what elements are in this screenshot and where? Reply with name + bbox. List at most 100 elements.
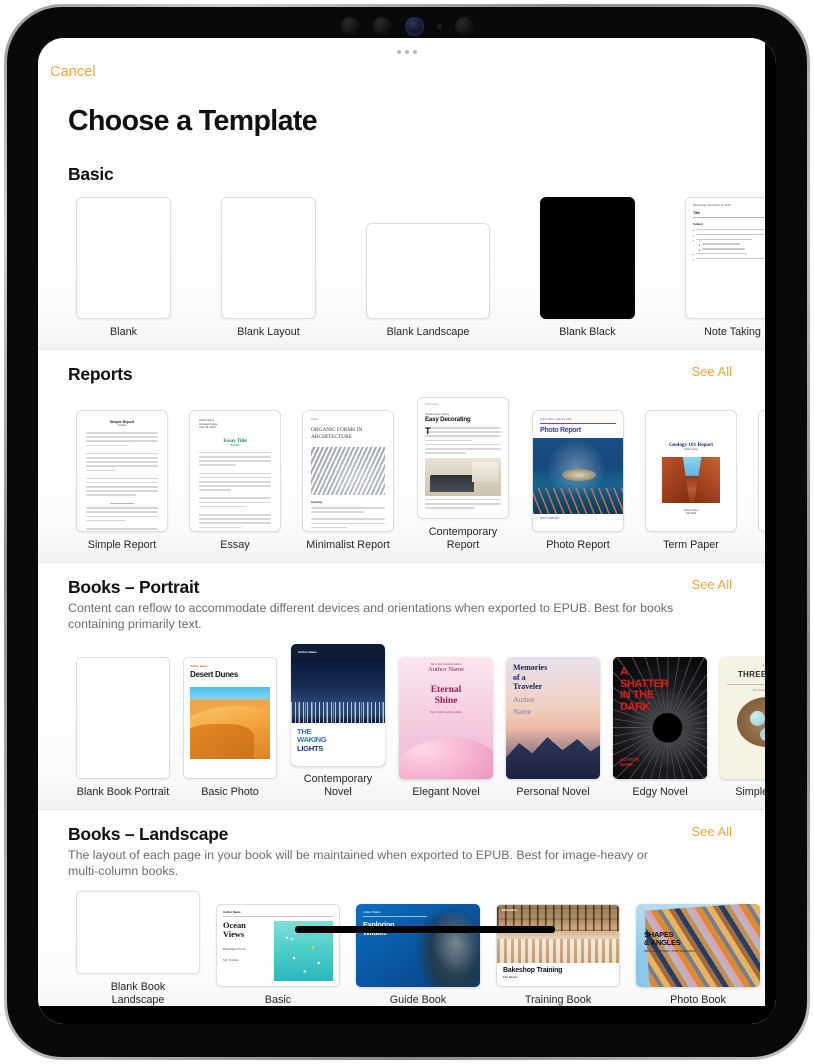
template-label: Essay xyxy=(220,539,250,551)
thumb-body: T xyxy=(425,427,501,442)
camera-module xyxy=(327,15,487,37)
template-label: Blank Book Landscape xyxy=(110,981,166,1006)
thumb-image xyxy=(662,457,720,503)
template-thumbnail[interactable]: A SHATTER IN THE DARK AUTHOR NAME xyxy=(613,657,707,779)
template-thumbnail[interactable]: SHAPES & ANGLES ARCHITECTURAL PHOTOGRAPH… xyxy=(636,904,760,987)
template-label: Term Paper xyxy=(663,539,719,551)
template-thumbnail[interactable]: Wednesday, December 13, 2023 Title Subje… xyxy=(685,197,776,319)
template-thumbnail[interactable]: Author Name Simple Home Styling Easy Dec… xyxy=(417,397,509,519)
thumb-sub-line2: My Travels xyxy=(223,958,239,963)
template-label: Basic Photo xyxy=(201,786,259,798)
template-thumbnail[interactable] xyxy=(76,197,171,319)
section-basic: Basic Blank Blank Layout Blank Landscape… xyxy=(38,150,776,350)
page-title: Choose a Template xyxy=(68,105,318,137)
device-bezel: Cancel Choose a Template Basic Reports B… xyxy=(7,7,807,1057)
sheet-grabber[interactable] xyxy=(38,38,776,58)
see-all-books-landscape[interactable]: See All xyxy=(692,824,732,839)
template-tile-essay[interactable]: Author Name Instructor Name June 20, 2023 … xyxy=(189,410,281,552)
template-thumbnail[interactable]: Geology 101 Report Subheading Author Nam… xyxy=(645,410,737,532)
thumb-subtitle: Subheading xyxy=(684,448,698,451)
template-tile-basic-photo[interactable]: Author Name Desert Dunes Basic Photo xyxy=(183,657,277,799)
section-title: Books – Landscape xyxy=(68,824,229,844)
template-tile-term-paper[interactable]: Geology 101 Report Subheading Author Nam… xyxy=(645,410,737,552)
grabber-dot-icon xyxy=(397,50,401,54)
template-tile-photo-book[interactable]: SHAPES & ANGLES ARCHITECTURAL PHOTOGRAPH… xyxy=(636,904,760,1007)
section-basic-row[interactable]: Blank Blank Layout Blank Landscape Blank… xyxy=(68,185,776,349)
template-scroll-area[interactable]: Basic Blank Blank Layout Blank Landscape… xyxy=(38,150,776,1024)
template-thumbnail[interactable]: Author Name Instructor Name June 20, 2023 … xyxy=(189,410,281,532)
template-tile-minimalist-report[interactable]: Author ORGANIC FORMS IN ARCHITECTURE Hea… xyxy=(302,410,394,552)
template-tile-blank-book-portrait[interactable]: Blank Book Portrait xyxy=(76,657,170,799)
template-thumbnail[interactable] xyxy=(221,197,316,319)
thumb-bullet xyxy=(693,238,772,241)
horizontal-scroll-indicator[interactable] xyxy=(295,926,555,933)
template-tile-blank-black[interactable]: Blank Black xyxy=(540,197,635,339)
section-books-portrait-header: Books – Portrait See All xyxy=(68,563,776,598)
template-tile-blank-layout[interactable]: Blank Layout xyxy=(221,197,316,339)
template-label: Edgy Novel xyxy=(632,786,688,798)
template-tile-photo-report[interactable]: Author Name – April 14, 2023 Photo Repor… xyxy=(532,410,624,552)
template-label: Blank Book Portrait xyxy=(76,786,170,798)
thumb-author-line2: NAME xyxy=(620,762,633,767)
section-reports-row[interactable]: Simple Report Subtitle Simple Report Aut… xyxy=(68,385,776,562)
template-thumbnail[interactable]: Memories of a Traveler Author Name xyxy=(506,657,600,779)
template-thumbnail[interactable] xyxy=(76,657,170,779)
see-all-reports[interactable]: See All xyxy=(692,364,732,379)
thumb-title-line1: A xyxy=(620,666,628,678)
screen: Cancel Choose a Template Basic Reports B… xyxy=(38,38,776,1024)
see-all-books-portrait[interactable]: See All xyxy=(692,577,732,592)
template-tile-training-book[interactable]: 2024 Edition Bakeshop Training The Basic… xyxy=(496,904,620,1007)
camera-lens-icon xyxy=(372,16,392,36)
template-label: Contemporary Novel xyxy=(303,773,373,798)
template-tile-note-taking[interactable]: Wednesday, December 13, 2023 Title Subje… xyxy=(685,197,776,339)
template-tile-edgy-novel[interactable]: A SHATTER IN THE DARK AUTHOR NAME Edgy N… xyxy=(613,657,707,799)
section-books-portrait-row[interactable]: Blank Book Portrait Author Name Desert D… xyxy=(68,632,776,809)
template-tile-blank-landscape[interactable]: Blank Landscape xyxy=(366,223,490,339)
thumb-kicker: Author Name xyxy=(425,404,439,406)
camera-lens-icon xyxy=(454,16,474,36)
thumb-image xyxy=(425,457,501,496)
template-thumbnail[interactable]: Author Name Desert Dunes xyxy=(183,657,277,779)
grabber-dot-icon xyxy=(413,50,417,54)
template-thumbnail[interactable] xyxy=(76,891,200,974)
template-tile-blank[interactable]: Blank xyxy=(76,197,171,339)
template-tile-simple-report[interactable]: Simple Report Subtitle Simple Report xyxy=(76,410,168,552)
thumb-bullet xyxy=(693,248,772,250)
thumb-author: Author Name xyxy=(190,664,208,668)
camera-lens-icon xyxy=(340,16,360,36)
template-thumbnail[interactable] xyxy=(540,197,635,319)
template-thumbnail[interactable]: Author Name THE WAKING LIGHTS xyxy=(291,644,385,766)
template-tile-landscape-basic[interactable]: Author Name Ocean Views Highlights From … xyxy=(216,904,340,1007)
vertical-scroll-indicator[interactable] xyxy=(38,1006,776,1024)
cancel-button[interactable]: Cancel xyxy=(50,64,96,80)
thumb-date: Wednesday, December 13, 2023 xyxy=(693,204,731,207)
template-thumbnail[interactable]: Tap or click to add a headline Author Na… xyxy=(399,657,493,779)
thumb-footer: PHOTO REPORT xyxy=(540,517,560,521)
template-thumbnail[interactable]: 2024 Edition Bakeshop Training The Basic… xyxy=(496,904,620,987)
template-thumbnail[interactable]: Simple Report Subtitle xyxy=(76,410,168,532)
section-reports-header: Reports See All xyxy=(68,350,776,385)
ambient-sensor-icon xyxy=(436,23,442,29)
template-thumbnail[interactable]: Author Name Ocean Views Highlights From … xyxy=(216,904,340,987)
thumb-author: Author Name xyxy=(298,650,317,654)
section-books-landscape: Books – Landscape See All The layout of … xyxy=(38,810,776,1018)
thumb-title: Title xyxy=(693,211,772,218)
template-tile-guide-book[interactable]: Author Name Exploring Wildlife Guide Boo… xyxy=(356,904,480,1007)
template-tile-contemporary-novel[interactable]: Author Name THE WAKING LIGHTS Contempora… xyxy=(290,644,386,799)
template-tile-blank-book-landscape[interactable]: Blank Book Landscape xyxy=(76,891,200,1007)
thumb-title-line3: LIGHTS xyxy=(297,743,324,753)
thumb-body xyxy=(199,451,271,531)
template-thumbnail[interactable] xyxy=(366,223,490,319)
thumb-bullet xyxy=(693,233,772,236)
thumb-meta: Author Name Instructor Name June 20, 2023 xyxy=(199,419,218,430)
thumb-bullet xyxy=(693,243,772,245)
thumb-author-line2: Name xyxy=(513,706,532,716)
template-tile-contemporary-report[interactable]: Author Name Simple Home Styling Easy Dec… xyxy=(415,397,511,552)
template-thumbnail[interactable]: Author Name Exploring Wildlife xyxy=(356,904,480,987)
template-thumbnail[interactable]: Author Name – April 14, 2023 Photo Repor… xyxy=(532,410,624,532)
template-tile-elegant-novel[interactable]: Tap or click to add a headline Author Na… xyxy=(399,657,493,799)
template-tile-personal-novel[interactable]: Memories of a Traveler Author Name Perso… xyxy=(506,657,600,799)
section-books-landscape-row[interactable]: Blank Book Landscape Author Name Ocean V… xyxy=(68,879,776,1017)
template-thumbnail[interactable]: Author ORGANIC FORMS IN ARCHITECTURE Hea… xyxy=(302,410,394,532)
template-label: Blank Layout xyxy=(237,326,300,338)
